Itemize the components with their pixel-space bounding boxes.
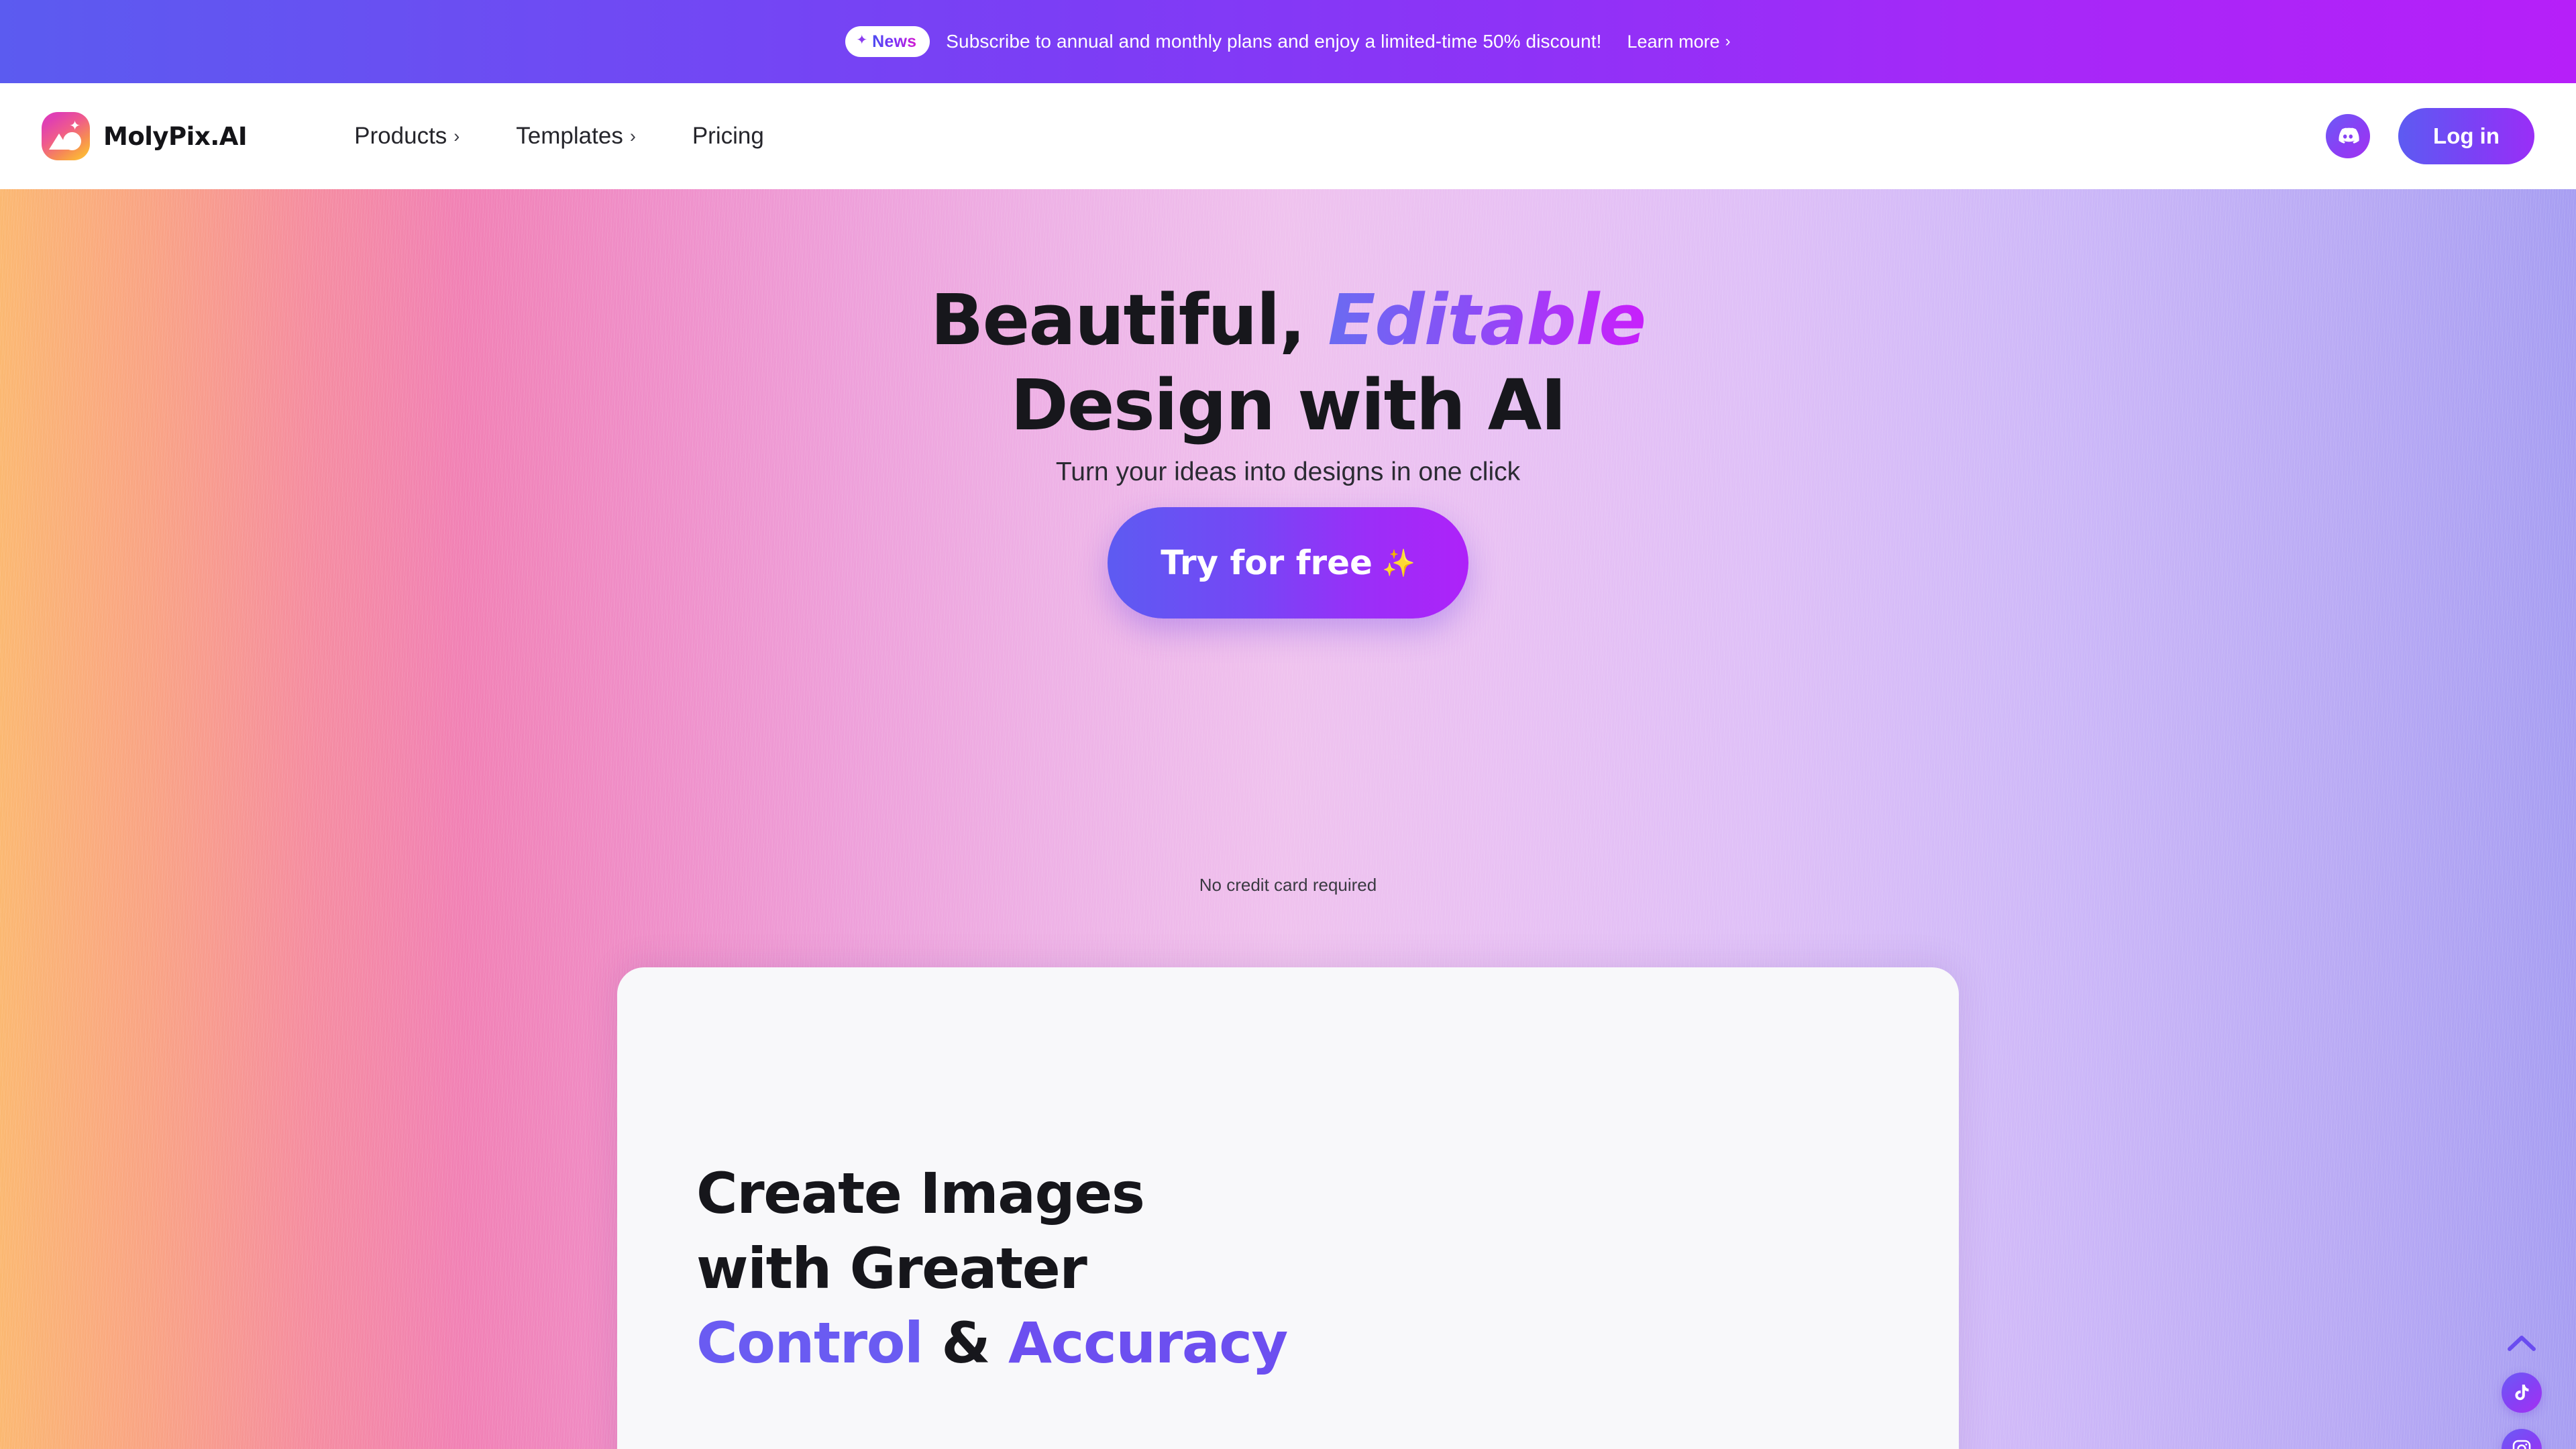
floating-social-rail xyxy=(2491,1330,2552,1449)
nav-label: Pricing xyxy=(692,123,764,149)
try-for-free-button[interactable]: Try for free ✨ xyxy=(1108,507,1468,619)
chevron-right-icon: › xyxy=(1725,32,1731,50)
nav-label: Products xyxy=(354,123,447,149)
nav-item-products[interactable]: Products › xyxy=(326,123,488,150)
header-actions: Log in xyxy=(2326,108,2534,164)
tiktok-icon[interactable] xyxy=(2502,1373,2542,1413)
announcement-content: ✦ News Subscribe to annual and monthly p… xyxy=(845,26,1731,57)
feature-heading-ampersand: & xyxy=(941,1310,990,1377)
brand-name: MolyPix.AI xyxy=(103,121,248,151)
hero-title-line2: Design with AI xyxy=(1010,364,1566,446)
chevron-right-icon: › xyxy=(629,125,636,146)
hero-title-plain: Beautiful, xyxy=(930,279,1305,361)
try-for-free-label: Try for free xyxy=(1161,543,1373,582)
feature-heading: Create Images with Greater Control & Acc… xyxy=(693,1157,1290,1381)
feature-heading-accent-accuracy: Accuracy xyxy=(1006,1306,1290,1381)
brand-logo[interactable]: ✦ MolyPix.AI xyxy=(42,112,248,160)
login-button[interactable]: Log in xyxy=(2398,108,2534,164)
site-header: ✦ MolyPix.AI Products › Templates › Pric… xyxy=(0,83,2576,189)
molypix-logo-icon: ✦ xyxy=(42,112,90,160)
sparkle-icon: ✦ xyxy=(856,33,868,48)
announcement-banner[interactable]: ✦ News Subscribe to annual and monthly p… xyxy=(0,0,2576,83)
learn-more-link[interactable]: Learn more › xyxy=(1627,32,1731,52)
chevron-up-icon[interactable] xyxy=(2503,1330,2540,1356)
sparkle-icon: ✨ xyxy=(1381,547,1415,579)
feature-heading-line3: Control & Accuracy xyxy=(693,1306,1290,1381)
hero-title-line1: Beautiful, Editable xyxy=(0,278,2576,363)
chevron-right-icon: › xyxy=(453,125,460,146)
circle-shape xyxy=(63,132,81,150)
nav-item-templates[interactable]: Templates › xyxy=(488,123,664,150)
feature-heading-line2: with Greater xyxy=(696,1235,1087,1301)
nav-label: Templates xyxy=(516,123,623,149)
no-credit-card-note: No credit card required xyxy=(1199,875,1377,895)
feature-heading-accent-control: Control xyxy=(693,1306,926,1381)
main-navigation: Products › Templates › Pricing xyxy=(326,123,792,150)
feature-card: Create Images with Greater Control & Acc… xyxy=(617,967,1959,1449)
hero-title-accent: Editable xyxy=(1328,279,1646,361)
discord-icon[interactable] xyxy=(2326,114,2371,158)
sparkle-icon: ✦ xyxy=(69,119,80,133)
feature-heading-line1: Create Images xyxy=(696,1161,1145,1226)
nav-item-pricing[interactable]: Pricing xyxy=(664,123,792,150)
instagram-icon[interactable] xyxy=(2502,1429,2542,1449)
hero-title: Beautiful, Editable Design with AI xyxy=(0,278,2576,448)
hero-subtitle: Turn your ideas into designs in one clic… xyxy=(1055,458,1521,486)
news-badge-label: News xyxy=(872,32,917,51)
news-badge: ✦ News xyxy=(845,26,930,57)
hero-section: Beautiful, Editable Design with AI Turn … xyxy=(0,189,2576,1449)
learn-more-label: Learn more xyxy=(1627,31,1720,52)
announcement-text: Subscribe to annual and monthly plans an… xyxy=(946,31,1602,52)
